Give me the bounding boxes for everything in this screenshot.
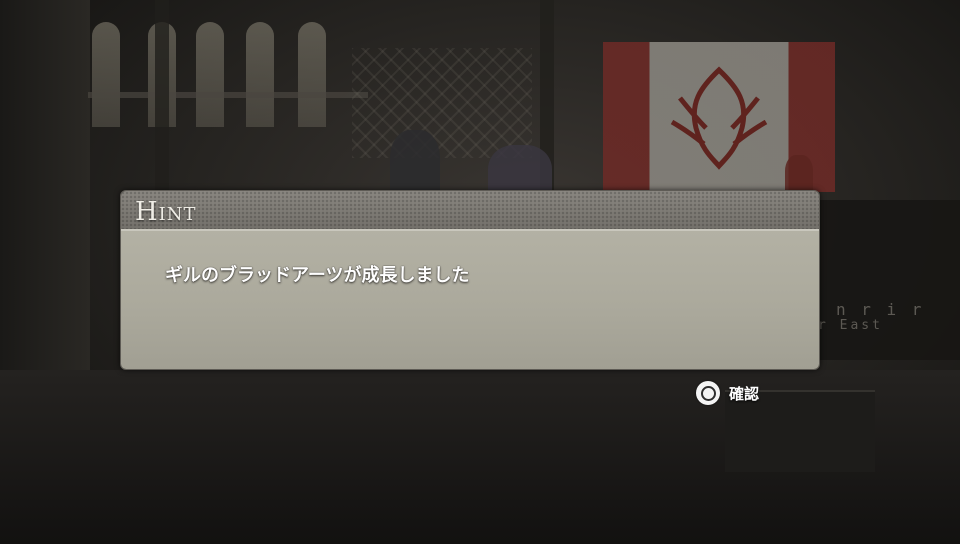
arched-window (196, 22, 224, 127)
character-silhouette (785, 155, 813, 195)
right-structure (820, 200, 960, 360)
arched-window (298, 22, 326, 127)
hint-body: ギルのブラッドアーツが成長しました (121, 231, 819, 369)
hint-header: Hint (121, 191, 819, 231)
background-sign-text: r East (818, 318, 883, 333)
arched-window (246, 22, 274, 127)
circle-button-ring (700, 385, 716, 401)
confirm-prompt[interactable]: 確認 (696, 381, 759, 405)
background-sign-text: n r i r (836, 300, 925, 319)
circle-button-icon[interactable] (696, 381, 720, 405)
crest-emblem-icon (670, 66, 768, 170)
arched-window (92, 22, 120, 127)
hint-message: ギルのブラッドアーツが成長しました (165, 265, 470, 286)
hint-dialog: Hint ギルのブラッドアーツが成長しました (120, 190, 820, 370)
confirm-label: 確認 (729, 384, 760, 403)
hint-title: Hint (135, 197, 197, 227)
balcony-rail (88, 92, 368, 98)
metal-grate (352, 48, 532, 158)
